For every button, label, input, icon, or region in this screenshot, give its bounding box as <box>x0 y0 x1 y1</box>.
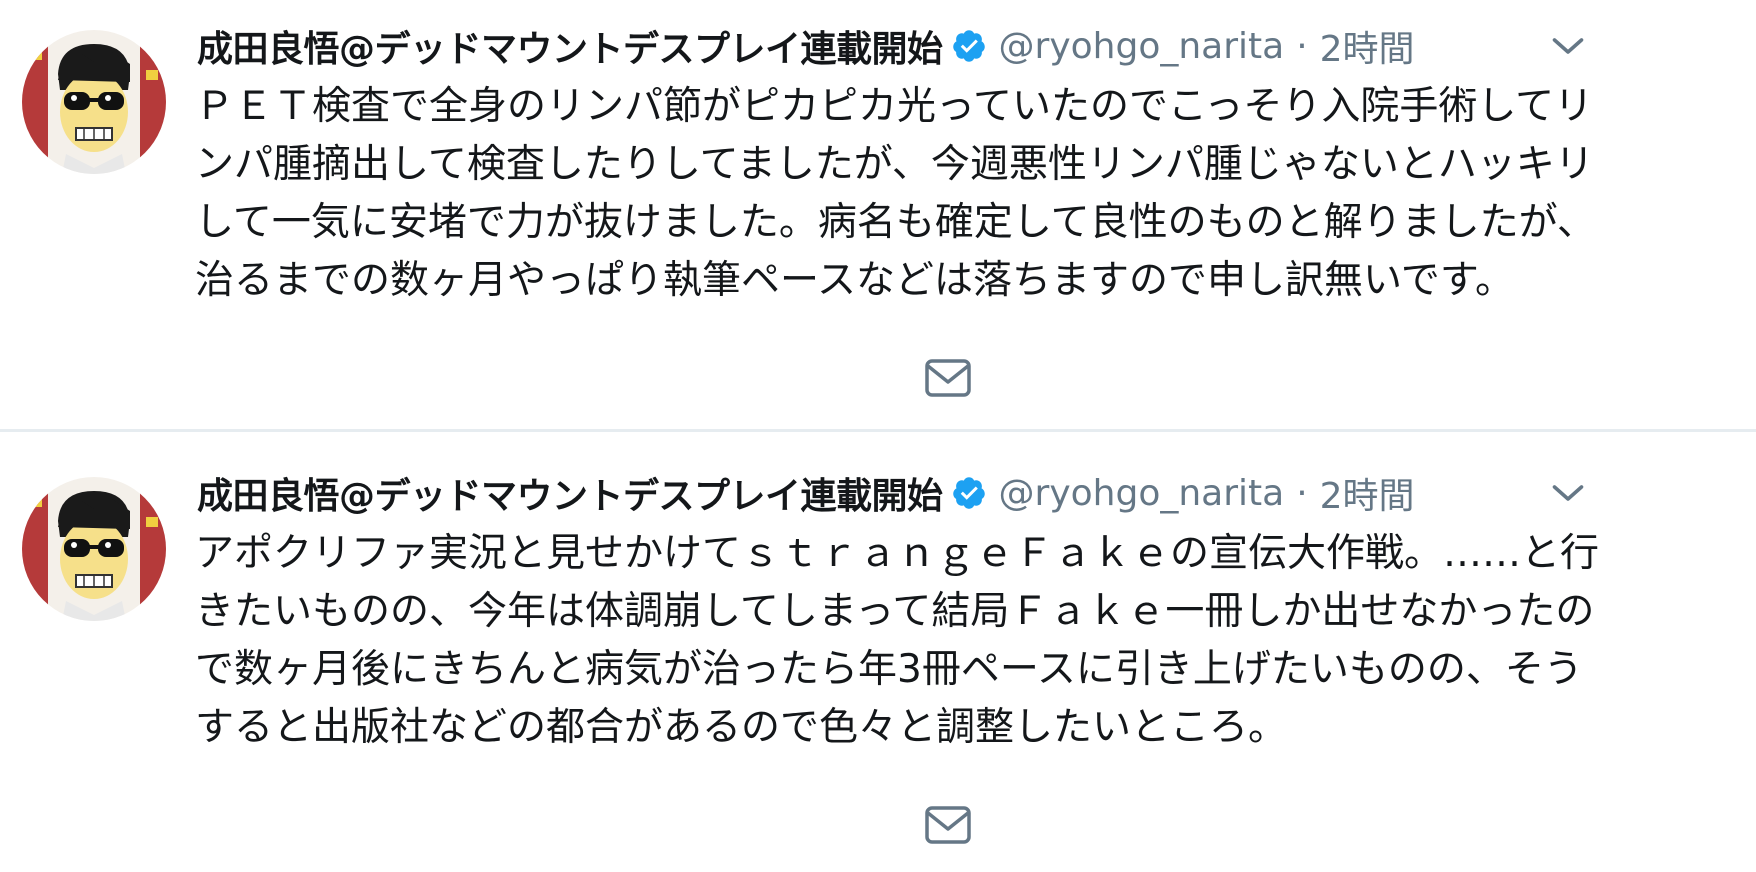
verified-badge-icon <box>952 30 985 62</box>
tweet-header: 成田良悟@デッドマウントデスプレイ連載開始 @ryohgo_narita · 2… <box>197 461 1415 525</box>
tweet-header: 成田良悟@デッドマウントデスプレイ連載開始 @ryohgo_narita · 2… <box>197 14 1415 78</box>
tweet-text: アポクリファ実況と見せかけてｓｔｒａｎｇｅＦａｋｅの宣伝大作戦。……と行 きたい… <box>195 531 1600 750</box>
user-handle[interactable]: @ryohgo_narita <box>999 473 1285 514</box>
envelope-icon[interactable] <box>924 356 972 400</box>
verified-badge-icon <box>952 477 985 509</box>
timestamp[interactable]: 2時間 <box>1320 20 1415 72</box>
separator-dot: · <box>1296 25 1308 67</box>
envelope-icon[interactable] <box>924 803 972 847</box>
tweet[interactable]: 成田良悟@デッドマウントデスプレイ連載開始 @ryohgo_narita · 2… <box>0 447 1756 872</box>
avatar[interactable] <box>22 477 166 621</box>
chevron-down-icon[interactable] <box>1550 28 1586 64</box>
tweet-text: ＰＥＴ検査で全身のリンパ節がピカピカ光っていたのでこっそり入院手術してリ ンパ腫… <box>195 84 1596 303</box>
display-name[interactable]: 成田良悟@デッドマウントデスプレイ連載開始 <box>197 467 943 519</box>
display-name[interactable]: 成田良悟@デッドマウントデスプレイ連載開始 <box>197 20 943 72</box>
tweet-feed: 成田良悟@デッドマウントデスプレイ連載開始 @ryohgo_narita · 2… <box>0 0 1756 872</box>
avatar[interactable] <box>22 30 166 174</box>
user-handle[interactable]: @ryohgo_narita <box>999 26 1285 67</box>
tweet[interactable]: 成田良悟@デッドマウントデスプレイ連載開始 @ryohgo_narita · 2… <box>0 0 1756 432</box>
separator-dot: · <box>1296 472 1308 514</box>
chevron-down-icon[interactable] <box>1550 475 1586 511</box>
timestamp[interactable]: 2時間 <box>1320 467 1415 519</box>
